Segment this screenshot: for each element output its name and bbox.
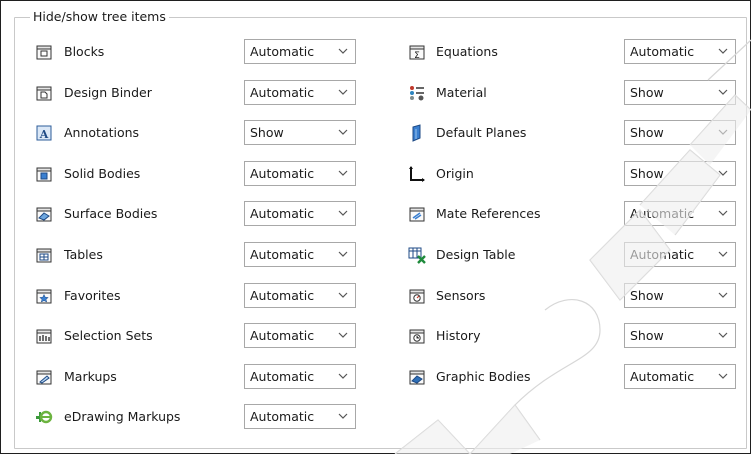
dropdown-value: Automatic: [250, 84, 315, 100]
item-label-solid-bodies: Solid Bodies: [64, 165, 141, 181]
chevron-down-icon: [338, 170, 348, 176]
dropdown-value: Automatic: [630, 206, 695, 222]
svg-text:A: A: [39, 128, 49, 141]
item-label-design-binder: Design Binder: [64, 84, 152, 100]
dropdown-history[interactable]: Show: [624, 323, 736, 349]
dropdown-graphic-bodies[interactable]: Automatic: [624, 363, 736, 389]
chevron-down-icon: [718, 332, 728, 339]
dropdown-equations[interactable]: Automatic: [624, 39, 736, 64]
dropdown-value: Automatic: [630, 44, 695, 59]
dropdown-default-planes[interactable]: Show: [624, 120, 736, 146]
dropdown-value: Show: [630, 84, 664, 100]
dropdown-value: Automatic: [630, 368, 695, 384]
dropdown-tables[interactable]: Automatic: [244, 242, 356, 267]
selection-sets-icon: [35, 327, 53, 345]
chevron-down-icon: [338, 413, 348, 420]
annotations-icon: A: [35, 124, 53, 142]
dropdown-annotations[interactable]: Show: [244, 120, 356, 146]
dropdown-design-table[interactable]: Automatic: [624, 242, 736, 267]
item-label-graphic-bodies: Graphic Bodies: [436, 368, 531, 384]
dropdown-value: Show: [250, 125, 284, 141]
dropdown-mate-references[interactable]: Automatic: [624, 201, 736, 227]
surface-bodies-icon: [35, 205, 53, 223]
dropdown-surface-bodies[interactable]: Automatic: [244, 201, 356, 227]
dropdown-solid-bodies[interactable]: Automatic: [244, 160, 356, 186]
markups-icon: [35, 368, 53, 386]
chevron-down-icon: [718, 251, 728, 257]
tables-icon: [35, 246, 53, 264]
dropdown-value: Show: [630, 287, 664, 303]
chevron-down-icon: [718, 48, 728, 54]
item-label-markups: Markups: [64, 368, 117, 384]
edrawing-markups-icon: [35, 408, 53, 426]
dropdown-material[interactable]: Show: [624, 79, 736, 105]
item-label-default-planes: Default Planes: [436, 125, 527, 141]
chevron-down-icon: [718, 89, 728, 95]
dropdown-design-binder[interactable]: Automatic: [244, 79, 356, 105]
item-label-favorites: Favorites: [64, 287, 121, 303]
dropdown-sensors[interactable]: Show: [624, 282, 736, 308]
item-label-blocks: Blocks: [64, 44, 105, 59]
group-title: Hide/show tree items: [30, 9, 169, 25]
chevron-down-icon: [718, 373, 728, 379]
dropdown-markups[interactable]: Automatic: [244, 363, 356, 389]
dropdown-value: Automatic: [250, 287, 315, 303]
design-binder-icon: [35, 84, 53, 102]
item-label-surface-bodies: Surface Bodies: [64, 206, 158, 222]
chevron-down-icon: [338, 332, 348, 339]
item-label-material: Material: [436, 84, 487, 100]
dropdown-value: Automatic: [250, 409, 315, 425]
dropdown-value: Automatic: [630, 247, 695, 262]
favorites-icon: [35, 287, 53, 305]
chevron-down-icon: [718, 292, 728, 298]
dropdown-value: Automatic: [250, 368, 315, 384]
material-icon: [408, 84, 426, 102]
chevron-down-icon: [718, 210, 728, 217]
chevron-down-icon: [338, 129, 348, 136]
origin-icon: [408, 165, 426, 183]
dropdown-value: Automatic: [250, 328, 315, 344]
dropdown-favorites[interactable]: Automatic: [244, 282, 356, 308]
dropdown-value: Show: [630, 328, 664, 344]
dropdown-edrawing-markups[interactable]: Automatic: [244, 404, 356, 430]
equations-icon: Σ: [408, 43, 426, 61]
dropdown-origin[interactable]: Show: [624, 160, 736, 186]
dropdown-value: Show: [630, 165, 664, 181]
item-label-annotations: Annotations: [64, 125, 140, 141]
solid-bodies-icon: [35, 165, 53, 183]
item-label-history: History: [436, 328, 481, 344]
item-label-sensors: Sensors: [436, 287, 486, 303]
chevron-down-icon: [338, 251, 348, 257]
dropdown-value: Automatic: [250, 44, 315, 59]
chevron-down-icon: [338, 48, 348, 54]
chevron-down-icon: [338, 89, 348, 95]
dropdown-blocks[interactable]: Automatic: [244, 39, 356, 64]
dropdown-value: Automatic: [250, 206, 315, 222]
dropdown-value: Automatic: [250, 247, 315, 262]
dropdown-value: Automatic: [250, 165, 315, 181]
sensors-icon: [408, 287, 426, 305]
dropdown-selection-sets[interactable]: Automatic: [244, 323, 356, 349]
default-planes-icon: [408, 124, 426, 142]
chevron-down-icon: [338, 373, 348, 379]
item-label-tables: Tables: [64, 247, 103, 262]
design-table-icon: [408, 246, 426, 264]
chevron-down-icon: [338, 292, 348, 298]
history-icon: [408, 327, 426, 345]
blocks-icon: [35, 43, 53, 61]
svg-text:Σ: Σ: [414, 51, 420, 61]
item-label-edrawing-markups: eDrawing Markups: [64, 409, 181, 425]
chevron-down-icon: [718, 129, 728, 136]
mate-references-icon: [408, 205, 426, 223]
chevron-down-icon: [718, 170, 728, 176]
dropdown-value: Show: [630, 125, 664, 141]
graphic-bodies-icon: [408, 368, 426, 386]
chevron-down-icon: [338, 210, 348, 217]
item-label-origin: Origin: [436, 165, 474, 181]
item-label-mate-references: Mate References: [436, 206, 541, 222]
item-label-design-table: Design Table: [436, 247, 516, 262]
item-label-equations: Equations: [436, 44, 498, 59]
item-label-selection-sets: Selection Sets: [64, 328, 153, 344]
